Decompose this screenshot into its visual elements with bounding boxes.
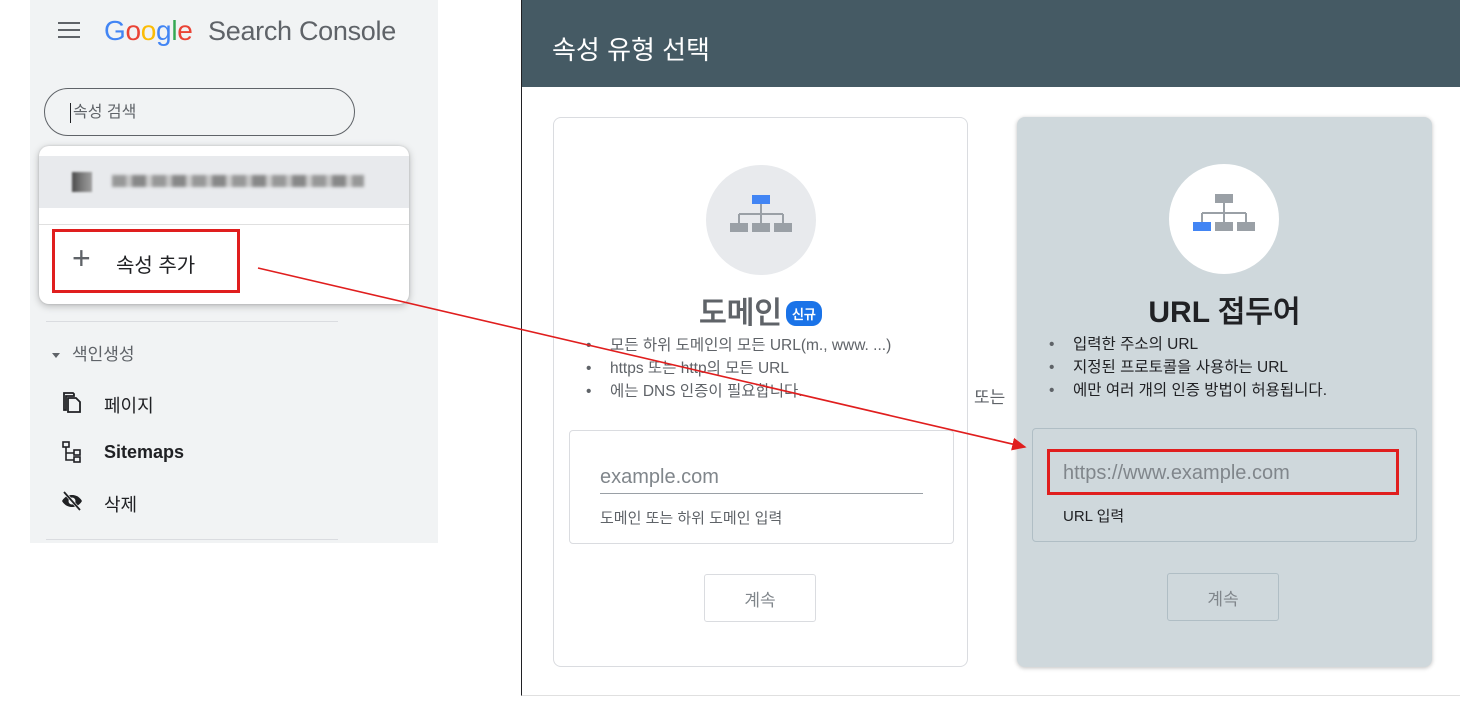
property-dropdown: + 속성 추가 — [39, 146, 409, 304]
plus-icon: + — [72, 240, 91, 276]
google-logo-text: Google — [104, 15, 193, 46]
sidebar-item-label: 삭제 — [104, 495, 138, 515]
url-icon-circle — [1169, 164, 1279, 274]
domain-title-text: 도메인 — [699, 297, 782, 330]
list-item: 에는 DNS 인증이 필요합니다. — [586, 380, 891, 403]
pages-icon — [63, 392, 81, 413]
url-input-field[interactable] — [1063, 459, 1386, 489]
select-property-type-dialog: 속성 유형 선택 도메인신규 모든 하위 도메인의 모든 URL(m., www… — [521, 0, 1460, 696]
domain-input-field[interactable] — [600, 463, 923, 494]
sitemap-icon — [62, 441, 81, 463]
sidebar-panel: Google Search Console + 속성 추가 색인생성 페이지 — [30, 0, 438, 543]
list-item: https 또는 http의 모든 URL — [586, 357, 891, 380]
property-search-input[interactable] — [71, 99, 345, 127]
domain-input-hint: 도메인 또는 하위 도메인 입력 — [600, 510, 783, 527]
domain-card[interactable]: 도메인신규 모든 하위 도메인의 모든 URL(m., www. ...) ht… — [553, 117, 968, 667]
domain-hierarchy-icon — [730, 195, 792, 232]
domain-features-list: 모든 하위 도메인의 모든 URL(m., www. ...) https 또는… — [586, 334, 891, 403]
divider — [46, 321, 338, 322]
domain-input[interactable] — [600, 463, 923, 491]
search-console-logo[interactable]: Google Search Console — [104, 15, 396, 47]
selected-property[interactable] — [39, 156, 409, 208]
url-input-hint: URL 입력 — [1063, 508, 1125, 525]
dialog-header: 속성 유형 선택 — [522, 0, 1460, 87]
dialog-title: 속성 유형 선택 — [552, 35, 710, 65]
url-input[interactable] — [1063, 459, 1386, 487]
or-separator: 또는 — [974, 388, 1006, 407]
list-item: 모든 하위 도메인의 모든 URL(m., www. ...) — [586, 334, 891, 357]
list-item: 에만 여러 개의 인증 방법이 허용됩니다. — [1049, 379, 1327, 402]
blurred-property-url — [112, 175, 364, 187]
add-property-label: 속성 추가 — [116, 255, 196, 277]
list-item: 입력한 주소의 URL — [1049, 333, 1327, 356]
section-indexing[interactable]: 색인생성 — [52, 340, 135, 365]
list-item: 지정된 프로토콜을 사용하는 URL — [1049, 356, 1327, 379]
section-title: 색인생성 — [72, 345, 135, 364]
favicon-icon — [72, 172, 92, 192]
url-continue-button[interactable]: 계속 — [1167, 573, 1279, 621]
url-card-title: URL 접두어 — [1148, 296, 1301, 329]
menu-icon[interactable] — [58, 22, 80, 40]
domain-card-title: 도메인 신규 — [554, 288, 967, 332]
add-property-button[interactable]: + 속성 추가 — [52, 229, 240, 293]
url-prefix-card[interactable]: URL 접두어 입력한 주소의 URL 지정된 프로토콜을 사용하는 URL 에… — [1017, 117, 1432, 667]
url-features-list: 입력한 주소의 URL 지정된 프로토콜을 사용하는 URL 에만 여러 개의 … — [1049, 333, 1327, 402]
divider — [39, 224, 409, 225]
sidebar-item-label: Sitemaps — [104, 442, 185, 462]
eye-off-icon — [62, 491, 82, 511]
collapse-triangle-icon — [52, 353, 60, 359]
sidebar-item-label: 페이지 — [104, 396, 154, 416]
domain-input-container: 도메인 또는 하위 도메인 입력 — [569, 430, 954, 544]
url-input-container: URL 입력 — [1032, 428, 1417, 542]
url-hierarchy-icon — [1193, 194, 1255, 231]
divider — [46, 539, 338, 540]
domain-continue-button[interactable]: 계속 — [704, 574, 816, 622]
property-search[interactable] — [44, 88, 355, 136]
domain-icon-circle — [706, 165, 816, 275]
new-badge: 신규 — [785, 301, 822, 326]
product-name: Search Console — [208, 16, 396, 46]
